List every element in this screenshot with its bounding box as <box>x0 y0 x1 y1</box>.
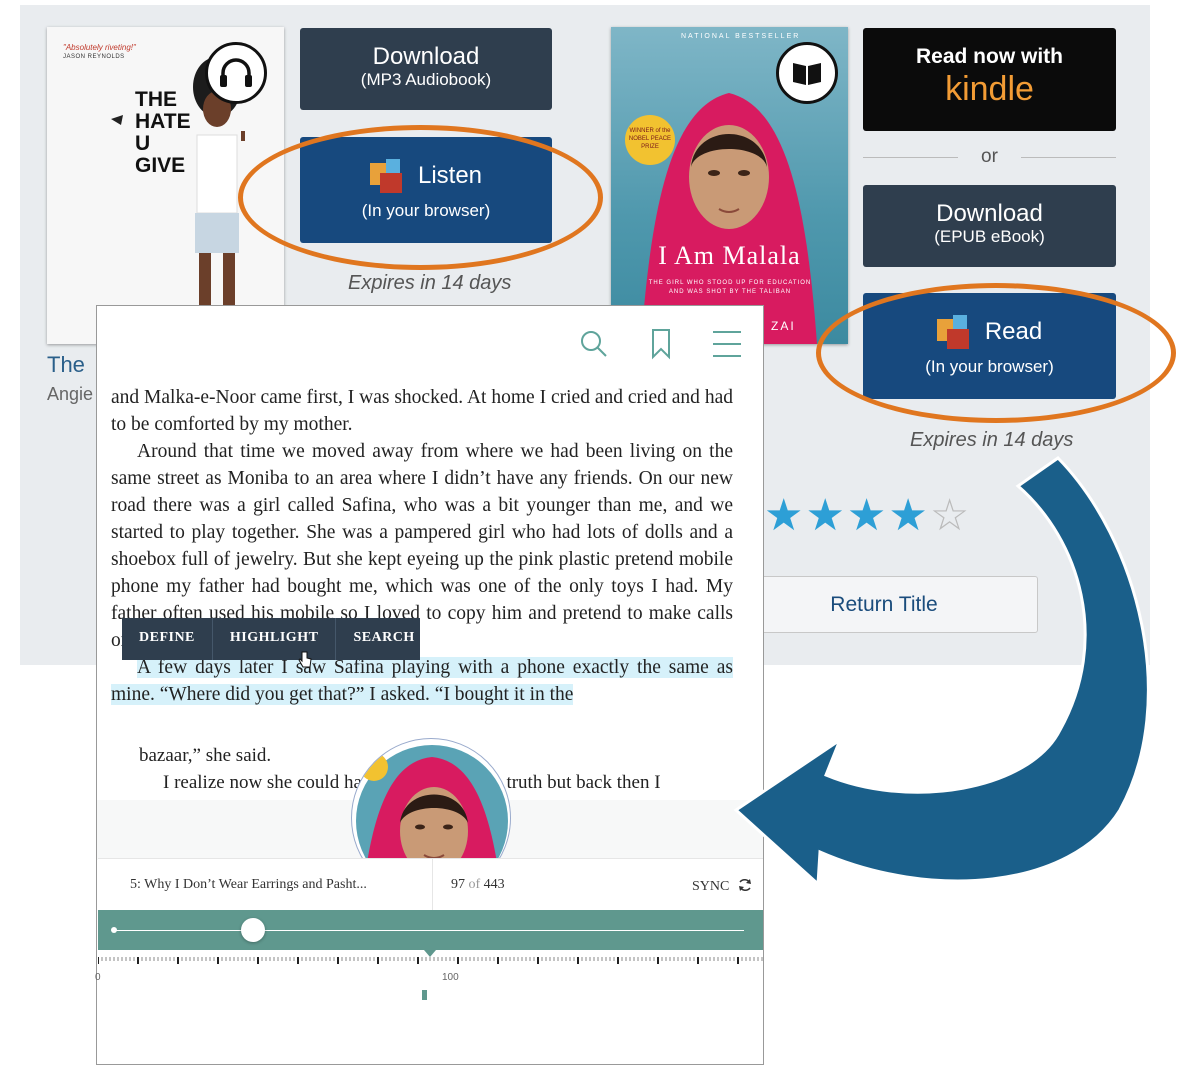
star-filled-icon[interactable]: ★ <box>764 491 805 540</box>
page-indicator: 97 of 443 <box>451 877 505 892</box>
book-icon <box>776 42 838 104</box>
chapter-bar: 5: Why I Don’t Wear Earrings and Pasht..… <box>98 858 763 911</box>
ruler-label: 0 <box>95 972 101 983</box>
book-author[interactable]: Angie <box>47 384 93 405</box>
annotation-circle-read <box>816 283 1176 423</box>
define-button[interactable]: DEFINE <box>122 618 213 660</box>
bookmark-icon[interactable] <box>650 328 672 360</box>
annotation-circle-listen <box>238 125 603 270</box>
star-rating[interactable]: ★★★★☆ <box>764 492 971 540</box>
kindle-logo: kindle <box>945 70 1034 108</box>
expires-label: Expires in 14 days <box>910 429 1074 451</box>
star-filled-icon[interactable]: ★ <box>847 491 888 540</box>
download-mp3-button[interactable]: Download (MP3 Audiobook) <box>300 28 552 110</box>
nobel-badge: WINNER of the NOBEL PEACE PRIZE <box>625 115 675 165</box>
cover-author: ZAI <box>771 319 796 333</box>
menu-icon[interactable] <box>712 330 742 358</box>
cover-subtitle: THE GIRL WHO STOOD UP FOR EDUCATION AND … <box>648 280 812 295</box>
current-position-marker <box>422 990 427 1000</box>
page-ruler[interactable]: 0 100 <box>95 950 763 1000</box>
slider-track <box>114 930 744 931</box>
chapter-title[interactable]: 5: Why I Don’t Wear Earrings and Pasht..… <box>130 877 367 893</box>
paragraph[interactable]: bazaar,” she said. <box>139 745 271 767</box>
selection-toolbar: DEFINE HIGHLIGHT SEARCH <box>122 618 420 660</box>
or-divider: or <box>863 146 1116 170</box>
cover-title: THE HATE U GIVE <box>135 88 191 177</box>
slider-thumb[interactable] <box>240 918 265 942</box>
expires-label: Expires in 14 days <box>348 272 512 294</box>
slider-track-start <box>111 927 117 933</box>
search-icon[interactable] <box>579 329 609 359</box>
ruler-label: 100 <box>442 972 459 983</box>
sync-icon <box>738 879 751 891</box>
star-filled-icon[interactable]: ★ <box>888 491 929 540</box>
cover-title: I Am Malala <box>658 241 801 270</box>
highlighted-paragraph[interactable]: A few days later I saw Safina playing wi… <box>111 654 733 708</box>
paragraph[interactable]: and Malka-e-Noor came first, I was shock… <box>111 384 733 438</box>
search-button[interactable]: SEARCH <box>336 618 431 660</box>
star-filled-icon[interactable]: ★ <box>805 491 846 540</box>
hand-cursor-icon <box>298 651 312 668</box>
download-epub-button[interactable]: Download (EPUB eBook) <box>863 185 1116 267</box>
read-with-kindle-button[interactable]: Read now with kindle <box>863 28 1116 131</box>
headphones-icon <box>205 42 267 104</box>
sync-button[interactable]: SYNC <box>692 877 753 895</box>
book-title[interactable]: The <box>47 352 85 378</box>
star-empty-icon[interactable]: ☆ <box>930 491 971 540</box>
highlight-button[interactable]: HIGHLIGHT <box>213 618 337 660</box>
progress-slider[interactable] <box>98 910 763 950</box>
